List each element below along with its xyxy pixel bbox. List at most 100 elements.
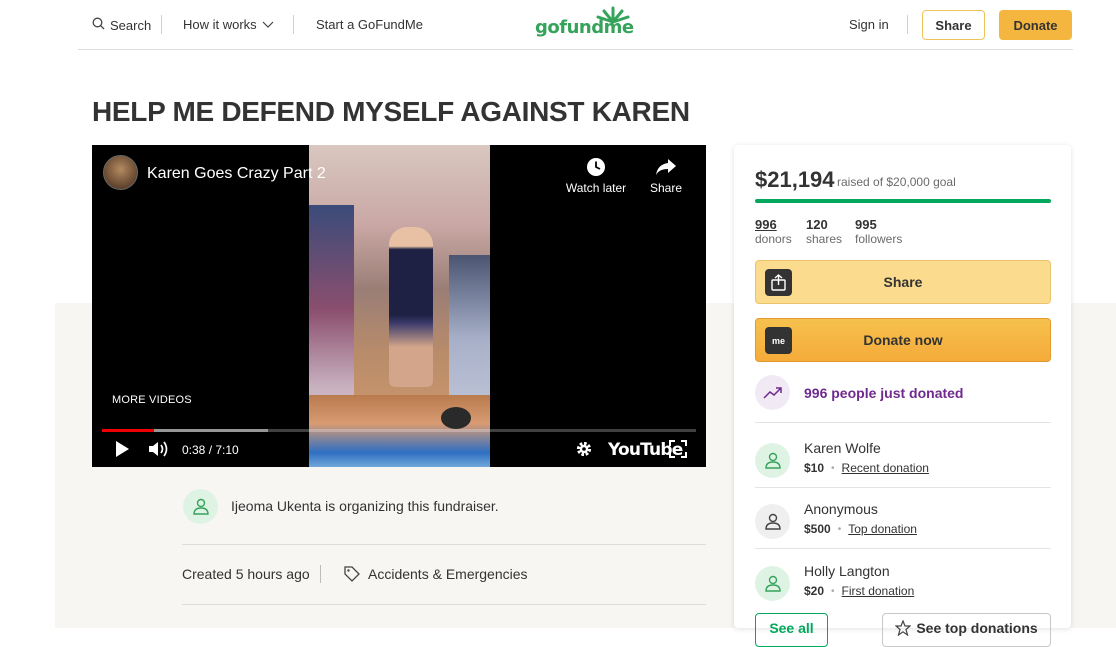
separator-dot: •	[831, 585, 835, 597]
organizer-text: Ijeoma Ukenta is organizing this fundrai…	[231, 498, 499, 514]
settings-button[interactable]	[575, 440, 593, 463]
donor-avatar	[755, 443, 790, 478]
upload-icon	[765, 269, 792, 296]
channel-avatar[interactable]	[103, 155, 138, 190]
see-top-donations-label: See top donations	[916, 620, 1038, 636]
meta-divider	[320, 565, 321, 583]
donate-now-label: Donate now	[863, 332, 943, 348]
gear-icon	[576, 441, 592, 457]
nav-divider	[161, 15, 162, 34]
divider	[182, 604, 706, 605]
campaign-title: HELP ME DEFEND MYSELF AGAINST KAREN	[92, 96, 690, 127]
goal-progress-fill	[755, 199, 1051, 203]
donor-name: Anonymous	[804, 501, 878, 517]
separator-dot: •	[837, 523, 842, 535]
user-heart-icon	[192, 498, 209, 515]
divider	[755, 487, 1051, 488]
gofundme-logo[interactable]: gofundme	[535, 6, 635, 42]
how-it-works-label: How it works	[183, 17, 257, 32]
category-label: Accidents & Emergencies	[368, 566, 528, 582]
watch-later-label: Watch later	[565, 181, 627, 195]
video-played-fill	[102, 429, 155, 432]
star-icon	[895, 620, 912, 636]
start-gofundme-link[interactable]: Start a GoFundMe	[316, 17, 423, 32]
stat-label: shares	[806, 232, 843, 246]
raised-amount: $21,194	[755, 167, 835, 192]
donor-avatar	[755, 566, 790, 601]
play-icon	[116, 441, 129, 457]
category-link[interactable]: Accidents & Emergencies	[343, 565, 528, 583]
divider	[755, 548, 1051, 549]
fullscreen-icon	[669, 440, 687, 458]
stat-shares: 120 shares	[806, 217, 842, 246]
top-nav: Search How it works Start a GoFundMe gof…	[78, 0, 1073, 50]
goal-progress-bar	[755, 199, 1051, 203]
share-button[interactable]: Share	[755, 260, 1051, 304]
user-heart-icon	[764, 452, 781, 469]
volume-button[interactable]	[148, 440, 170, 463]
chevron-down-icon	[262, 17, 274, 32]
see-top-donations-button[interactable]: See top donations	[882, 613, 1051, 647]
donation-sidebar: $21,194 raised of $20,000 goal 996 donor…	[734, 145, 1071, 647]
how-it-works-menu[interactable]: How it works	[183, 17, 274, 32]
donor-avatar	[755, 504, 790, 539]
me-icon-text: me	[771, 335, 785, 346]
created-time: Created 5 hours ago	[182, 566, 310, 582]
video-share-label: Share	[649, 181, 683, 195]
search-link[interactable]: Search	[92, 17, 151, 33]
video-scene-person	[389, 227, 433, 387]
see-all-button[interactable]: See all	[755, 613, 828, 647]
clock-icon	[587, 158, 605, 176]
user-heart-icon	[764, 513, 781, 530]
gofundme-me-icon: me	[765, 327, 792, 354]
sign-in-link[interactable]: Sign in	[849, 17, 889, 32]
tag-icon	[344, 566, 360, 582]
video-progress-bar[interactable]	[102, 429, 696, 432]
donation-kind-link[interactable]: Top donation	[848, 522, 917, 536]
divider	[755, 422, 1051, 423]
video-title[interactable]: Karen Goes Crazy Part 2	[147, 165, 326, 183]
divider	[182, 544, 706, 545]
video-time: 0:38 / 7:10	[182, 443, 239, 457]
recent-donors-count: 996 people just donated	[804, 385, 964, 401]
donation-amount: $10	[804, 461, 825, 475]
organizer-avatar	[183, 489, 218, 524]
play-button[interactable]	[114, 440, 130, 463]
separator-dot: •	[831, 462, 835, 474]
video-share-button[interactable]: Share	[631, 157, 701, 195]
stat-donors[interactable]: 996 donors	[755, 217, 792, 246]
donation-item: Anonymous $500 • Top donation	[755, 501, 1051, 551]
header-share-button[interactable]: Share	[922, 10, 985, 40]
volume-icon	[149, 441, 168, 457]
more-videos-label[interactable]: MORE VIDEOS	[112, 394, 192, 406]
stat-label: followers	[855, 232, 903, 246]
trend-icon	[755, 375, 790, 410]
watch-later-button[interactable]: Watch later	[561, 157, 631, 195]
stat-label: donors	[755, 232, 792, 246]
logo-text: gofundme	[535, 17, 634, 38]
video-scene-sign	[441, 407, 471, 429]
donation-amount: $500	[804, 522, 831, 536]
search-label: Search	[110, 17, 152, 33]
donation-amount: $20	[804, 584, 825, 598]
stat-followers: 995 followers	[855, 217, 902, 246]
donation-kind-link[interactable]: First donation	[842, 584, 915, 598]
stat-value: 120	[806, 217, 828, 232]
donation-item: Karen Wolfe $10 • Recent donation	[755, 440, 1051, 490]
header-donate-button[interactable]: Donate	[999, 10, 1072, 40]
stat-value: 996	[755, 217, 777, 232]
nav-divider	[907, 15, 908, 34]
goal-text: raised of $20,000 goal	[837, 175, 956, 189]
donate-now-button[interactable]: me Donate now	[755, 318, 1051, 362]
share-button-label: Share	[883, 274, 923, 290]
video-player[interactable]: Karen Goes Crazy Part 2 Watch later Shar…	[92, 145, 706, 467]
donor-name: Karen Wolfe	[804, 440, 881, 456]
donor-name: Holly Langton	[804, 563, 890, 579]
user-heart-icon	[764, 575, 781, 592]
stat-value: 995	[855, 217, 877, 232]
search-icon	[92, 17, 105, 33]
share-arrow-icon	[656, 159, 676, 175]
nav-divider	[293, 15, 294, 34]
donation-kind-link[interactable]: Recent donation	[842, 461, 929, 475]
fullscreen-button[interactable]	[669, 440, 687, 463]
